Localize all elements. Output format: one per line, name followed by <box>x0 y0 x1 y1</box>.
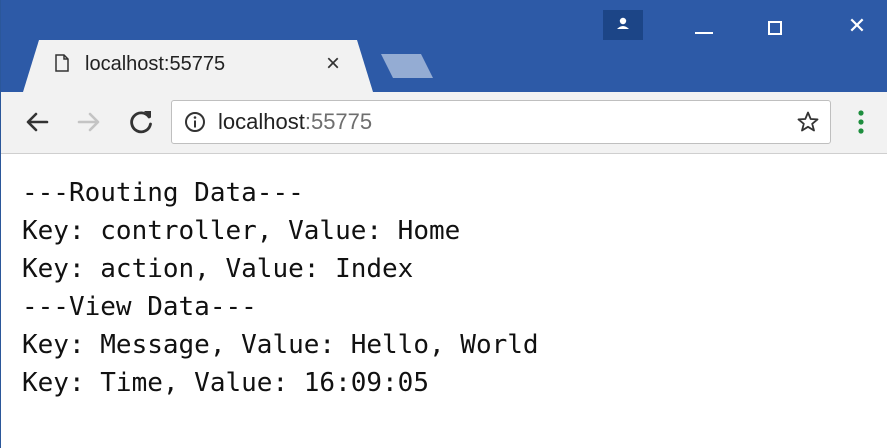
url-port: :55775 <box>304 109 373 134</box>
back-arrow-icon[interactable] <box>21 106 53 138</box>
info-icon[interactable] <box>184 111 206 133</box>
output-lines: ---Routing Data--- Key: controller, Valu… <box>22 174 539 402</box>
minimize-icon <box>695 32 713 34</box>
line-routing-header: ---Routing Data--- <box>22 178 304 208</box>
address-bar[interactable]: localhost:55775 <box>171 100 831 144</box>
page-icon <box>55 54 69 72</box>
minimize-button[interactable] <box>675 6 731 46</box>
url-text: localhost:55775 <box>218 109 372 135</box>
line-message: Key: Message, Value: Hello, World <box>22 330 539 360</box>
title-bar: localhost:55775 × ✕ <box>1 0 887 92</box>
tab-close-icon[interactable]: × <box>326 52 340 76</box>
browser-window: localhost:55775 × ✕ localhost:55775 ---R… <box>0 0 887 448</box>
new-tab-button[interactable] <box>381 54 433 78</box>
profile-icon <box>617 17 629 29</box>
profile-button[interactable] <box>603 10 643 40</box>
kebab-menu-icon[interactable] <box>856 108 866 136</box>
page-content: ---Routing Data--- Key: controller, Valu… <box>1 154 887 448</box>
close-icon: ✕ <box>847 13 867 38</box>
bookmark-star-icon[interactable] <box>796 110 820 134</box>
close-window-button[interactable]: ✕ <box>829 6 885 46</box>
tab-title: localhost:55775 <box>85 53 226 75</box>
line-controller: Key: controller, Value: Home <box>22 216 461 246</box>
reload-icon[interactable] <box>125 106 157 138</box>
maximize-button[interactable] <box>749 6 805 46</box>
forward-arrow-icon[interactable] <box>73 106 105 138</box>
line-time: Key: Time, Value: 16:09:05 <box>22 368 429 398</box>
maximize-icon <box>768 21 782 35</box>
line-view-header: ---View Data--- <box>22 292 257 322</box>
browser-toolbar: localhost:55775 <box>1 92 887 154</box>
url-host: localhost <box>218 109 305 134</box>
line-action: Key: action, Value: Index <box>22 254 414 284</box>
